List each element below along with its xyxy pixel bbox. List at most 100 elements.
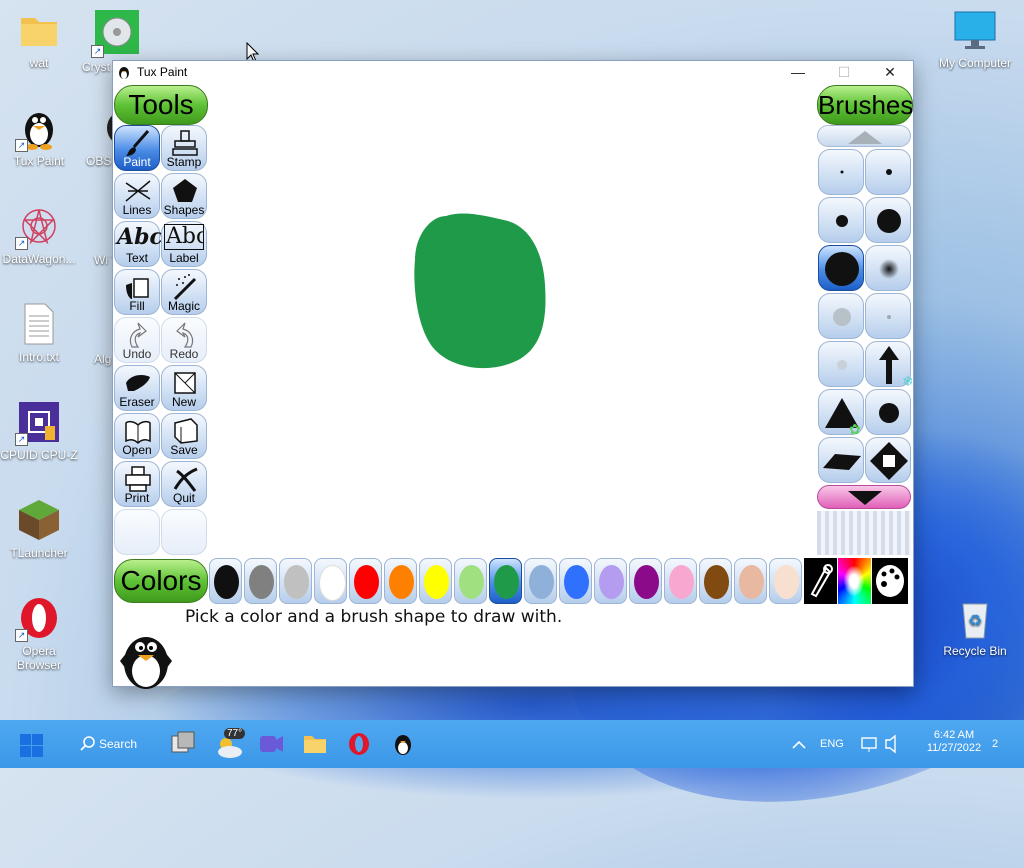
tool-text-button[interactable]: Abc Text — [114, 221, 163, 267]
color-swatch-button[interactable] — [279, 558, 312, 604]
brush-button[interactable] — [818, 437, 864, 483]
weather-temp: 77° — [224, 728, 246, 739]
desktop-icon-wat[interactable]: wat — [0, 8, 78, 70]
tool-save-button[interactable]: Save — [161, 413, 207, 459]
desktop-icon-tlauncher[interactable]: TLauncher — [0, 498, 78, 560]
brush-button-selected[interactable] — [818, 245, 864, 291]
brush-button[interactable] — [865, 293, 911, 339]
desktop-icon-my-computer[interactable]: My Computer — [936, 8, 1014, 70]
color-swatch-button[interactable] — [314, 558, 347, 604]
close-button[interactable]: ✕ — [867, 61, 913, 83]
color-swatch-button[interactable] — [664, 558, 697, 604]
desktop-icon-label: My Computer — [938, 56, 1012, 70]
brush-button[interactable] — [865, 437, 911, 483]
brush-triangle-icon: ✿ — [825, 398, 861, 436]
color-picker-button[interactable] — [804, 558, 837, 604]
search-button[interactable]: Search — [80, 720, 146, 768]
brush-calligraphy-icon — [823, 454, 861, 470]
color-swatch-button[interactable] — [559, 558, 592, 604]
brush-size-slider[interactable] — [817, 511, 911, 555]
weather-widget[interactable]: 77° — [214, 720, 248, 768]
status-bar: Pick a color and a brush shape to draw w… — [114, 607, 912, 689]
color-swatch — [284, 565, 309, 599]
brush-button[interactable]: ❄ — [865, 341, 912, 388]
start-button[interactable] — [18, 720, 46, 768]
desktop-icon-intro-txt[interactable]: Intro.txt — [0, 302, 78, 364]
color-swatch-button[interactable] — [699, 558, 732, 604]
tool-label: Label — [169, 251, 199, 265]
tool-quit-button[interactable]: Quit — [161, 461, 207, 507]
tool-magic-button[interactable]: Magic — [161, 269, 207, 315]
brush-button[interactable]: ✿ — [818, 389, 864, 436]
brushes-scroll-up-button[interactable] — [817, 125, 911, 147]
brush-button[interactable] — [865, 389, 911, 435]
tool-shapes-button[interactable]: Shapes — [161, 173, 207, 219]
desktop-icon-tux-paint[interactable]: ↗ Tux Paint — [0, 106, 78, 168]
tool-print-button[interactable]: Print — [114, 461, 160, 507]
tool-lines-button[interactable]: Lines — [114, 173, 160, 219]
language-indicator[interactable]: ENG — [820, 720, 844, 768]
brush-button[interactable] — [818, 341, 864, 387]
tool-empty-slot — [161, 509, 207, 555]
folder-icon — [304, 736, 326, 753]
desktop-icon-opera[interactable]: ↗ Opera Browser — [0, 596, 78, 672]
file-explorer-button[interactable] — [302, 720, 328, 768]
task-view-button[interactable] — [170, 720, 196, 768]
chevron-up-icon — [792, 740, 806, 749]
network-volume-icons — [861, 734, 896, 754]
minimize-button[interactable]: — — [775, 61, 821, 83]
tool-label-button[interactable]: Abc Label — [161, 221, 207, 267]
desktop-icon-cpuz[interactable]: ↗ CPUID CPU-Z — [0, 400, 78, 462]
tool-redo-button[interactable]: Redo — [161, 317, 207, 363]
maximize-button[interactable]: ☐ — [821, 61, 867, 83]
color-swatch-button[interactable] — [419, 558, 452, 604]
color-swatch-button[interactable] — [244, 558, 277, 604]
arrow-up-icon — [848, 131, 882, 144]
rainbow-palette-button[interactable] — [838, 558, 871, 604]
brush-button[interactable] — [865, 197, 911, 243]
tux-paint-taskbar-button[interactable] — [390, 720, 416, 768]
desktop-icon-label: wat — [29, 56, 49, 70]
color-swatch-button[interactable] — [384, 558, 417, 604]
tool-new-button[interactable]: New — [161, 365, 207, 411]
color-swatch-button[interactable] — [349, 558, 382, 604]
desktop-icon-label: DataWagon... — [2, 252, 76, 266]
tux-mascot-icon — [120, 637, 172, 689]
clock[interactable]: 6:42 AM 11/27/2022 — [922, 720, 986, 768]
tool-eraser-button[interactable]: Eraser — [114, 365, 160, 411]
tool-undo-button[interactable]: Undo — [114, 317, 160, 363]
paint-palette-button[interactable] — [872, 558, 908, 604]
desktop-icon-recycle-bin[interactable]: ♻ Recycle Bin — [936, 596, 1014, 658]
color-swatch-button-selected[interactable] — [489, 558, 522, 604]
tool-open-button[interactable]: Open — [114, 413, 160, 459]
stamp-icon — [172, 130, 198, 156]
color-swatch-button[interactable] — [594, 558, 627, 604]
meet-app-button[interactable] — [258, 720, 284, 768]
brush-button[interactable] — [818, 149, 864, 195]
brushes-scroll-down-button[interactable] — [817, 485, 911, 509]
drawing-canvas[interactable] — [209, 85, 815, 557]
desktop-icon-datawagon[interactable]: ↗ DataWagon... — [0, 204, 78, 266]
paint-bucket-icon — [126, 278, 149, 299]
color-swatch-button[interactable] — [629, 558, 662, 604]
monitor-icon — [953, 8, 997, 52]
tux-icon: ↗ — [15, 106, 61, 152]
tool-stamp-button[interactable]: Stamp — [161, 125, 207, 171]
notification-count[interactable]: 2 — [992, 720, 998, 768]
title-bar[interactable]: Tux Paint — ☐ ✕ — [113, 61, 913, 83]
color-swatch-button[interactable] — [454, 558, 487, 604]
color-swatch-button[interactable] — [734, 558, 767, 604]
color-swatch-button[interactable] — [524, 558, 557, 604]
tool-fill-button[interactable]: Fill — [114, 269, 160, 315]
brush-button[interactable] — [865, 149, 911, 195]
system-tray-icons[interactable] — [860, 720, 904, 768]
opera-icon — [349, 733, 369, 755]
brush-button[interactable] — [865, 245, 911, 291]
opera-taskbar-button[interactable] — [346, 720, 372, 768]
tool-paint-button[interactable]: Paint — [114, 125, 160, 171]
brush-button[interactable] — [818, 293, 864, 339]
show-hidden-icons-button[interactable] — [790, 720, 808, 768]
color-swatch-button[interactable] — [209, 558, 242, 604]
brush-button[interactable] — [818, 197, 864, 243]
color-swatch-button[interactable] — [769, 558, 802, 604]
